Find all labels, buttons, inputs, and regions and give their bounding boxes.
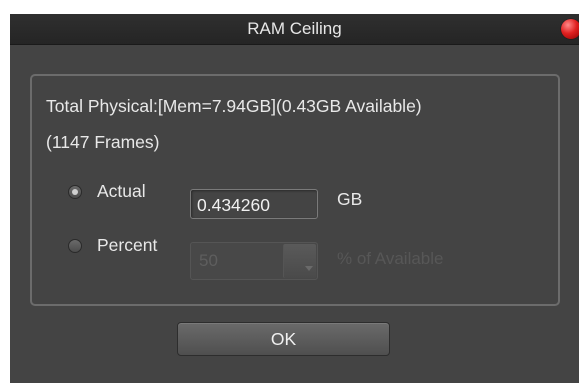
actual-label: Actual	[97, 181, 146, 201]
gb-unit-label: GB	[337, 189, 363, 209]
radio-selected-dot	[72, 189, 78, 195]
percent-value: 50	[199, 251, 218, 270]
ram-ceiling-dialog: RAM Ceiling Total Physical:[Mem=7.94GB](…	[10, 14, 579, 383]
actual-radio[interactable]	[68, 185, 82, 199]
percent-unit-label: % of Available	[337, 249, 444, 268]
title-bar[interactable]: RAM Ceiling	[10, 14, 579, 45]
chevron-down-icon	[305, 266, 313, 271]
percent-spinner[interactable]: 50	[190, 242, 318, 280]
ok-button[interactable]: OK	[177, 322, 390, 356]
actual-value-input[interactable]	[190, 189, 318, 219]
percent-radio[interactable]	[68, 239, 82, 253]
frames-count-label: (1147 Frames)	[46, 132, 160, 152]
spinner-button[interactable]	[283, 244, 316, 278]
close-icon[interactable]	[561, 19, 579, 39]
total-physical-label: Total Physical:[Mem=7.94GB](0.43GB Avail…	[46, 96, 422, 116]
window-title: RAM Ceiling	[247, 19, 342, 38]
percent-label: Percent	[97, 235, 158, 255]
